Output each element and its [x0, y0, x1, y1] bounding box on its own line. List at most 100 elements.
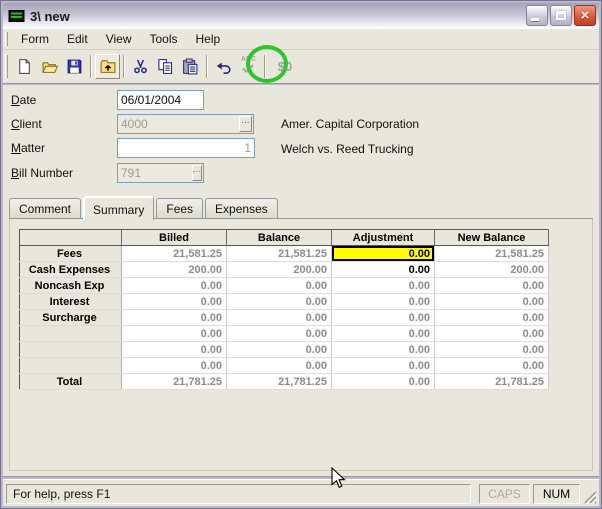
- cell-balance[interactable]: 0.00: [227, 310, 332, 326]
- cell-adjustment[interactable]: 0.00: [332, 278, 435, 294]
- cell-new-balance[interactable]: 0.00: [435, 358, 549, 374]
- up-one-level-button[interactable]: [95, 54, 120, 79]
- cell-new-balance[interactable]: 0.00: [435, 278, 549, 294]
- toolbar-separator: [206, 55, 208, 78]
- cell-balance[interactable]: 0.00: [227, 358, 332, 374]
- adjust-to-zero-button[interactable]: $0: [269, 54, 301, 79]
- cell-balance[interactable]: 21,581.25: [227, 246, 332, 262]
- save-button[interactable]: [62, 54, 87, 79]
- cell-adjustment[interactable]: 0.00: [332, 310, 435, 326]
- bill-number-label: Bill Number: [11, 166, 73, 180]
- cell-new-balance[interactable]: 0.00: [435, 342, 549, 358]
- undo-arrow-icon: [215, 58, 232, 75]
- cell-adjustment-selected[interactable]: 0.00: [332, 246, 435, 262]
- open-button[interactable]: [37, 54, 62, 79]
- cell-adjustment[interactable]: 0.00: [332, 342, 435, 358]
- cell-new-balance-total: 21,781.25: [435, 374, 549, 390]
- column-header-new-balance: New Balance: [435, 230, 549, 246]
- cell-billed[interactable]: 0.00: [122, 326, 227, 342]
- new-document-icon: [16, 58, 33, 75]
- client-browse-button[interactable]: ...: [239, 116, 252, 132]
- row-label: Cash Expenses: [20, 262, 122, 278]
- paste-clipboard-icon: [182, 58, 199, 75]
- paste-button[interactable]: [178, 54, 203, 79]
- row-label: [20, 342, 122, 358]
- table-row: 0.00 0.00 0.00 0.00: [20, 342, 549, 358]
- cell-billed[interactable]: 200.00: [122, 262, 227, 278]
- cell-balance[interactable]: 0.00: [227, 326, 332, 342]
- client-input[interactable]: [118, 115, 238, 133]
- matter-input[interactable]: [117, 138, 255, 158]
- table-row: 0.00 0.00 0.00 0.00: [20, 326, 549, 342]
- copy-button[interactable]: [153, 54, 178, 79]
- tab-expenses[interactable]: Expenses: [205, 198, 278, 218]
- cell-adjustment[interactable]: 0.00: [332, 358, 435, 374]
- table-row: 0.00 0.00 0.00 0.00: [20, 358, 549, 374]
- resize-grip[interactable]: [582, 489, 597, 504]
- cell-balance[interactable]: 200.00: [227, 262, 332, 278]
- cell-balance[interactable]: 0.00: [227, 342, 332, 358]
- cell-balance[interactable]: 0.00: [227, 294, 332, 310]
- maximize-button[interactable]: [550, 5, 572, 26]
- cell-billed[interactable]: 0.00: [122, 342, 227, 358]
- row-label: Noncash Exp: [20, 278, 122, 294]
- cell-new-balance[interactable]: 21,581.25: [435, 246, 549, 262]
- cell-billed[interactable]: 0.00: [122, 358, 227, 374]
- cell-adjustment[interactable]: 0.00: [332, 262, 435, 278]
- window-title: 3\ new: [30, 9, 70, 24]
- cut-button[interactable]: [128, 54, 153, 79]
- cell-billed-total: 21,781.25: [122, 374, 227, 390]
- cell-new-balance[interactable]: 0.00: [435, 294, 549, 310]
- application-window: 3\ new × Form Edit View Tools Help: [0, 0, 602, 509]
- toolbar-grip: [5, 55, 8, 78]
- date-input[interactable]: [117, 90, 204, 110]
- menu-help[interactable]: Help: [187, 30, 230, 48]
- tab-fees[interactable]: Fees: [156, 198, 203, 218]
- toolbar-separator: [264, 55, 266, 78]
- tab-strip: Comment Summary Fees Expenses: [9, 194, 593, 219]
- client-label: Client: [11, 117, 42, 131]
- cell-adjustment[interactable]: 0.00: [332, 326, 435, 342]
- summary-table: Billed Balance Adjustment New Balance Fe…: [19, 229, 549, 390]
- cell-new-balance[interactable]: 0.00: [435, 310, 549, 326]
- save-icon: [66, 58, 83, 75]
- minimize-button[interactable]: [526, 5, 548, 26]
- cell-new-balance[interactable]: 200.00: [435, 262, 549, 278]
- column-header-blank: [20, 230, 122, 246]
- close-button[interactable]: ×: [574, 5, 596, 26]
- table-row: Noncash Exp 0.00 0.00 0.00 0.00: [20, 278, 549, 294]
- summary-tab-page: Billed Balance Adjustment New Balance Fe…: [9, 219, 593, 471]
- dollar-zero-icon: $0: [278, 59, 292, 74]
- row-label: [20, 358, 122, 374]
- menu-edit[interactable]: Edit: [58, 30, 97, 48]
- cell-billed[interactable]: 0.00: [122, 294, 227, 310]
- cell-billed[interactable]: 0.00: [122, 310, 227, 326]
- cell-balance[interactable]: 0.00: [227, 278, 332, 294]
- menu-form[interactable]: Form: [12, 30, 58, 48]
- matter-label: Matter: [11, 141, 45, 155]
- table-row: Cash Expenses 200.00 200.00 0.00 200.00: [20, 262, 549, 278]
- table-row: Surcharge 0.00 0.00 0.00 0.00: [20, 310, 549, 326]
- title-bar[interactable]: 3\ new ×: [3, 3, 599, 29]
- table-row: Interest 0.00 0.00 0.00 0.00: [20, 294, 549, 310]
- undo-button[interactable]: [211, 54, 236, 79]
- client-field: ...: [117, 114, 254, 134]
- cell-billed[interactable]: 0.00: [122, 278, 227, 294]
- cell-billed[interactable]: 21,581.25: [122, 246, 227, 262]
- bill-number-field: ...: [117, 163, 204, 183]
- tab-comment[interactable]: Comment: [9, 198, 81, 218]
- cell-new-balance[interactable]: 0.00: [435, 326, 549, 342]
- spellcheck-button[interactable]: ABC: [236, 54, 261, 79]
- form-area: Date Client ... Amer. Capital Corporatio…: [3, 85, 599, 477]
- up-folder-icon: [99, 58, 117, 75]
- app-icon: [8, 8, 26, 24]
- cell-balance-total: 21,781.25: [227, 374, 332, 390]
- new-button[interactable]: [12, 54, 37, 79]
- cell-adjustment[interactable]: 0.00: [332, 294, 435, 310]
- status-bar: For help, press F1 CAPS NUM: [3, 479, 599, 506]
- bill-number-browse-button[interactable]: ...: [192, 165, 202, 181]
- menu-view[interactable]: View: [97, 30, 141, 48]
- menu-tools[interactable]: Tools: [140, 30, 186, 48]
- bill-number-input[interactable]: [118, 164, 191, 182]
- tab-summary[interactable]: Summary: [83, 196, 154, 220]
